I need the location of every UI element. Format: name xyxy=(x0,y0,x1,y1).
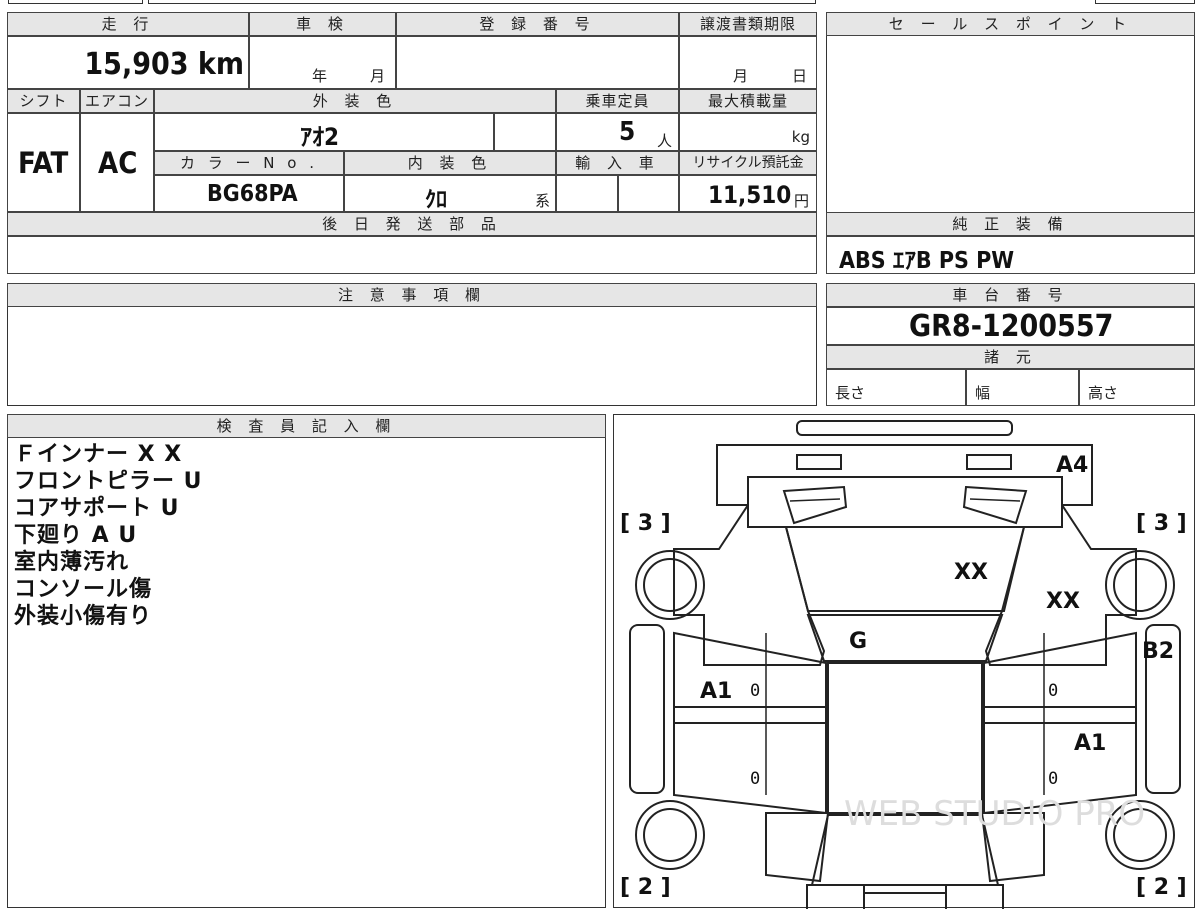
length-label: 長さ xyxy=(835,384,866,402)
mileage-header: 走 行 xyxy=(7,12,249,36)
mark-hood: XX xyxy=(954,560,988,585)
inspector-note-line: 外装小傷有り xyxy=(14,604,153,629)
watermark: WEB STUDIO PRO xyxy=(844,794,1145,834)
tire-front-left-label: [ 3 ] xyxy=(620,511,671,536)
deadline-cell: 月 日 xyxy=(679,36,817,89)
inspection-header: 車 検 xyxy=(249,12,396,36)
interior-color-value: ｸﾛ xyxy=(425,188,448,213)
ac-header: エアコン xyxy=(80,89,154,113)
mileage-value: 15,903 km xyxy=(84,47,244,82)
tire-rear-left-label: [ 2 ] xyxy=(620,875,671,900)
mark-right-rear-door: A1 xyxy=(1074,731,1107,756)
recycle-cell: 11,510 円 xyxy=(679,175,817,212)
capacity-header: 乗車定員 xyxy=(556,89,679,113)
car-diagram-box: WEB STUDIO PRO [ 3 ] [ 3 ] [ 2 ] [ 2 ] A… xyxy=(613,414,1195,909)
deadline-day-unit: 日 xyxy=(792,67,808,85)
mark-right-fender: XX xyxy=(1046,589,1080,614)
max-load-cell: kg xyxy=(679,113,817,151)
mark-right-rear-door-num: 0 xyxy=(1048,769,1059,789)
interior-color-header: 内 装 色 xyxy=(344,151,556,175)
inspection-cell: 年 月 xyxy=(249,36,396,89)
inspector-note-line: フロントピラー U xyxy=(14,469,203,494)
notes-header: 注 意 事 項 欄 xyxy=(7,283,817,307)
chassis-cell: GR8-1200557 xyxy=(826,307,1195,345)
car-diagram: WEB STUDIO PRO xyxy=(629,420,1181,909)
mark-windshield: G xyxy=(849,629,868,654)
equipment-header: 純 正 装 備 xyxy=(826,212,1195,236)
exterior-color-extra-cell xyxy=(494,113,556,151)
width-cell: 幅 xyxy=(966,369,1079,406)
registration-cell xyxy=(396,36,679,89)
recycle-value: 11,510 xyxy=(708,181,792,209)
deadline-header: 譲渡書類期限 xyxy=(679,12,817,36)
equipment-value: ABS ｴｱB PS PW xyxy=(839,248,1015,274)
tire-front-right-label: [ 3 ] xyxy=(1136,511,1187,536)
mark-left-front-door: A1 xyxy=(700,679,733,704)
length-cell: 長さ xyxy=(826,369,966,406)
inspector-note-line: 室内薄汚れ xyxy=(14,550,130,575)
capacity-unit: 人 xyxy=(657,132,673,150)
tire-rear-right-label: [ 2 ] xyxy=(1136,875,1187,900)
import-cell-b xyxy=(618,175,679,212)
chassis-number: GR8-1200557 xyxy=(909,309,1114,344)
inspection-year-unit: 年 xyxy=(312,67,328,85)
top-strip-mid xyxy=(148,0,816,4)
inspector-note-line: 下廻り A U xyxy=(14,523,138,548)
inspector-note-line: コンソール傷 xyxy=(14,577,153,602)
shift-cell: FAT xyxy=(7,113,80,212)
later-parts-header: 後 日 発 送 部 品 xyxy=(7,212,817,236)
spec-header: 諸 元 xyxy=(826,345,1195,369)
recycle-header: リサイクル預託金 xyxy=(679,151,817,175)
load-unit: kg xyxy=(791,128,810,146)
interior-color-cell: ｸﾛ 系 xyxy=(344,175,556,213)
color-no-cell: BG68PA xyxy=(154,175,344,212)
registration-header: 登 録 番 号 xyxy=(396,12,679,36)
top-strip-right xyxy=(1095,0,1195,4)
mark-right-front-door-num: 0 xyxy=(1048,681,1059,701)
yen-unit: 円 xyxy=(794,192,810,210)
ac-value: AC xyxy=(98,146,138,180)
equipment-cell: ABS ｴｱB PS PW xyxy=(826,236,1195,274)
chassis-header: 車 台 番 号 xyxy=(826,283,1195,307)
deadline-month-unit: 月 xyxy=(733,67,749,85)
shift-header: シフト xyxy=(7,89,80,113)
color-no-value: BG68PA xyxy=(207,181,298,207)
mark-left-front-door-num: 0 xyxy=(750,681,761,701)
exterior-color-value: ｱｵ2 xyxy=(300,123,340,151)
later-parts-cell xyxy=(7,236,817,274)
inspector-notes: Ｆインナー X X フロントピラー U コアサポート U 下廻り A U 室内薄… xyxy=(14,441,594,630)
color-no-header: カ ラ ー N o . xyxy=(154,151,344,175)
ac-cell: AC xyxy=(80,113,154,212)
max-load-header: 最大積載量 xyxy=(679,89,817,113)
exterior-color-header: 外 装 色 xyxy=(154,89,556,113)
sales-point-header: セ ー ル ス ポ イ ン ト xyxy=(826,12,1195,36)
import-header: 輸 入 車 xyxy=(556,151,679,175)
width-label: 幅 xyxy=(975,384,991,402)
import-cell-a xyxy=(556,175,618,212)
capacity-cell: 5 人 xyxy=(556,113,679,151)
mark-left-rear-door-num: 0 xyxy=(750,769,761,789)
mileage-cell: 15,903 km xyxy=(7,36,249,89)
exterior-color-cell: ｱｵ2 xyxy=(154,113,494,151)
height-cell: 高さ xyxy=(1079,369,1195,406)
top-strip-left xyxy=(8,0,143,4)
interior-suffix: 系 xyxy=(535,192,551,210)
capacity-value: 5 xyxy=(619,117,636,147)
inspector-note-line: Ｆインナー X X xyxy=(14,442,183,467)
inspector-header: 検 査 員 記 入 欄 xyxy=(7,414,606,438)
inspector-note-line: コアサポート U xyxy=(14,496,180,521)
mark-front-right: A4 xyxy=(1056,453,1089,478)
shift-value: FAT xyxy=(18,146,69,180)
mark-right-step: B2 xyxy=(1142,639,1175,664)
inspection-month-unit: 月 xyxy=(370,67,386,85)
height-label: 高さ xyxy=(1088,384,1119,402)
